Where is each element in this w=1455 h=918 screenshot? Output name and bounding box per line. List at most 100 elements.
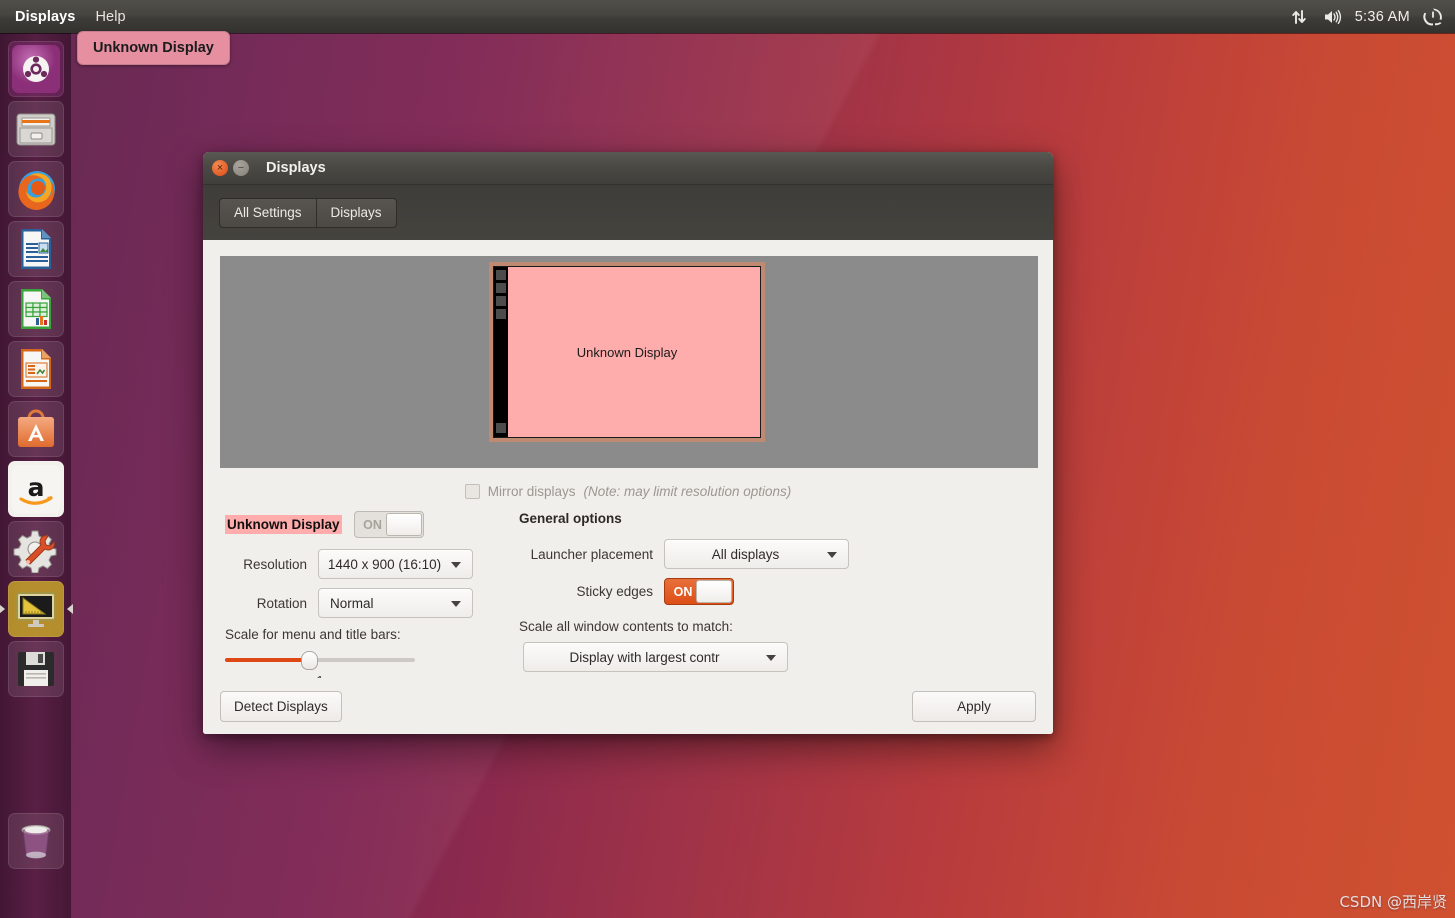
launcher-placement-dropdown[interactable]: All displays: [664, 539, 849, 569]
watermark: CSDN @西岸贤: [1339, 893, 1447, 911]
panel-menu-item-help[interactable]: Help: [92, 7, 128, 27]
rotation-value: Normal: [330, 595, 374, 611]
monitor-preview[interactable]: Unknown Display: [489, 262, 765, 442]
panel-menu-item-displays[interactable]: Displays: [12, 7, 78, 27]
trash-icon: [21, 825, 50, 859]
launcher-placement-value: All displays: [711, 546, 780, 562]
launcher-item-libreoffice-writer[interactable]: [7, 221, 64, 277]
mirror-displays-note: (Note: may limit resolution options): [583, 484, 792, 499]
displays-tab-button[interactable]: Displays: [315, 197, 397, 228]
top-panel: Displays Help 5:36 AM: [0, 0, 1455, 33]
mirror-displays-checkbox[interactable]: [464, 484, 480, 499]
network-updown-icon[interactable]: [1289, 7, 1309, 27]
libreoffice-writer-icon: [20, 229, 51, 269]
displays-window: × − Displays All Settings Displays Unkno…: [203, 152, 1053, 734]
scale-all-title: Scale all window contents to match:: [519, 619, 733, 634]
toggle-knob: [385, 513, 422, 536]
general-options-header-row: General options: [519, 511, 869, 526]
toggle-knob: [696, 580, 732, 603]
slider-knob[interactable]: [301, 651, 318, 670]
chevron-down-icon: [451, 562, 461, 568]
mini-icon: [496, 283, 506, 293]
detect-displays-button[interactable]: Detect Displays: [220, 690, 342, 722]
window-action-bar: Detect Displays Apply: [203, 678, 1053, 734]
launcher-item-libreoffice-calc[interactable]: [7, 281, 64, 337]
selected-display-name: Unknown Display: [225, 515, 342, 534]
mirror-displays-row: Mirror displays (Note: may limit resolut…: [220, 484, 1036, 499]
close-icon[interactable]: ×: [212, 160, 228, 176]
resolution-value: 1440 x 900 (16:10): [327, 556, 442, 572]
mini-icon: [496, 309, 506, 319]
slider-fill: [225, 658, 309, 662]
mini-launcher-preview: [494, 267, 508, 437]
sticky-edges-toggle[interactable]: ON: [664, 578, 734, 605]
rotation-label: Rotation: [256, 595, 307, 611]
displays-icon: [15, 592, 56, 627]
apply-button[interactable]: Apply: [912, 690, 1036, 722]
launcher-placement-row: Launcher placement All displays: [519, 539, 869, 569]
scale-all-dropdown[interactable]: Display with largest contr: [523, 642, 788, 672]
scale-slider[interactable]: [225, 650, 415, 670]
window-title: Displays: [266, 160, 326, 176]
general-options-title: General options: [519, 511, 622, 526]
scale-menu-title: Scale for menu and title bars:: [225, 627, 401, 642]
launcher-item-trash[interactable]: [7, 813, 64, 869]
panel-clock[interactable]: 5:36 AM: [1355, 9, 1410, 25]
rotation-dropdown[interactable]: Normal: [318, 588, 473, 618]
mini-icon: [496, 270, 506, 280]
unity-launcher: a: [0, 33, 71, 918]
save-disk-icon: [17, 652, 54, 686]
display-preview-area[interactable]: Unknown Display: [220, 256, 1038, 468]
chevron-down-icon: [827, 552, 837, 558]
libreoffice-impress-icon: [20, 349, 51, 389]
sticky-edges-label: Sticky edges: [576, 584, 653, 599]
launcher-item-save-disk[interactable]: [7, 641, 64, 697]
panel-indicators: 5:36 AM: [1289, 7, 1455, 27]
launcher-item-files[interactable]: [7, 101, 64, 157]
launcher-item-ubuntu-software[interactable]: [7, 401, 64, 457]
launcher-item-ubuntu-dash[interactable]: [7, 41, 64, 97]
window-titlebar[interactable]: × − Displays: [203, 152, 1053, 185]
launcher-item-libreoffice-impress[interactable]: [7, 341, 64, 397]
display-header-row: Unknown Display ON: [225, 511, 497, 538]
scale-all-value: Display with largest contr: [569, 649, 720, 665]
firefox-icon: [17, 171, 55, 210]
chevron-down-icon: [766, 655, 776, 661]
ubuntu-dash-icon: [11, 45, 60, 93]
all-settings-button[interactable]: All Settings: [219, 197, 316, 228]
general-options-column: General options Launcher placement All d…: [519, 511, 869, 688]
mini-icon-trash: [496, 423, 506, 433]
launcher-tooltip: Unknown Display: [77, 31, 230, 65]
libreoffice-calc-icon: [20, 289, 51, 329]
monitor-screen: Unknown Display: [493, 266, 761, 438]
chevron-down-icon: [451, 601, 461, 607]
display-power-toggle[interactable]: ON: [353, 511, 424, 538]
svg-text:a: a: [27, 473, 44, 502]
resolution-label: Resolution: [243, 556, 307, 572]
minimize-icon[interactable]: −: [233, 160, 249, 176]
sticky-edges-row: Sticky edges ON: [519, 578, 869, 605]
resolution-dropdown[interactable]: 1440 x 900 (16:10): [318, 549, 473, 579]
window-body: Unknown Display Mirror displays (Note: m…: [203, 240, 1053, 734]
gear-power-icon[interactable]: [1423, 7, 1443, 27]
launcher-item-system-settings[interactable]: [7, 521, 64, 577]
launcher-placement-label: Launcher placement: [530, 546, 653, 562]
volume-icon[interactable]: [1322, 7, 1342, 27]
ubuntu-software-icon: [17, 409, 54, 447]
mirror-displays-label: Mirror displays: [487, 484, 576, 499]
toolbar-button-group: All Settings Displays: [219, 197, 397, 228]
files-icon: [16, 113, 55, 146]
mini-icon: [496, 296, 506, 306]
window-toolbar: All Settings Displays: [203, 185, 1053, 240]
system-settings-icon: [13, 530, 56, 573]
settings-columns: Unknown Display ON Resolution 1440 x 900…: [220, 511, 1036, 688]
rotation-row: Rotation Normal: [225, 588, 497, 618]
amazon-icon: a: [11, 465, 60, 513]
panel-menu: Displays Help: [0, 7, 129, 27]
resolution-row: Resolution 1440 x 900 (16:10): [225, 549, 497, 579]
launcher-item-displays[interactable]: [7, 581, 64, 637]
display-settings-column: Unknown Display ON Resolution 1440 x 900…: [225, 511, 497, 688]
launcher-item-amazon[interactable]: a: [7, 461, 64, 517]
launcher-item-firefox[interactable]: [7, 161, 64, 217]
monitor-label: Unknown Display: [576, 344, 678, 360]
